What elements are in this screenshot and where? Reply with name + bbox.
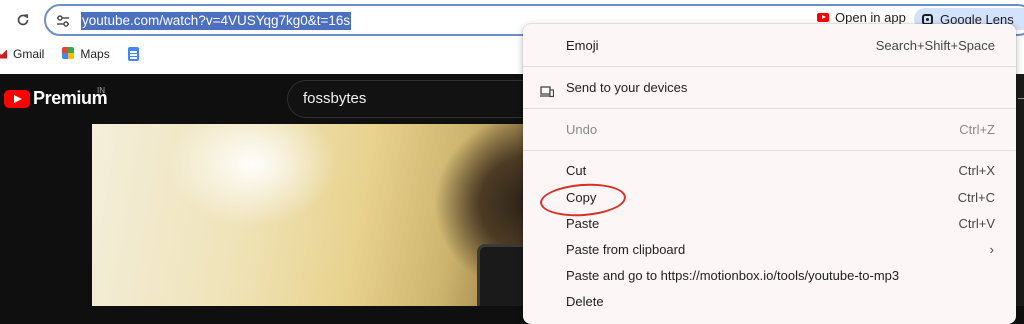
menu-item-label: Paste from clipboard <box>566 242 686 257</box>
maps-icon <box>62 47 75 61</box>
youtube-icon <box>817 12 829 22</box>
menu-item-send-to-devices[interactable]: Send to your devices <box>523 76 1016 100</box>
bookmark-label: Gmail <box>13 47 45 61</box>
url-text[interactable]: youtube.com/watch?v=4VUSYqg7kg0&t=16s <box>81 12 352 30</box>
youtube-search-input[interactable]: fossbytes <box>287 80 537 118</box>
menu-item-label: Paste and go to https://motionbox.io/too… <box>566 268 900 283</box>
open-in-app-label: Open in app <box>835 10 906 24</box>
google-lens-icon <box>922 13 933 25</box>
menu-item-label: Emoji <box>566 38 599 53</box>
menu-item-shortcut: Ctrl+X <box>958 163 995 178</box>
bookmarks-bar: Gmail Maps <box>0 42 520 66</box>
country-code: IN <box>97 86 105 95</box>
google-docs-icon <box>127 47 139 61</box>
menu-item-emoji[interactable]: Emoji Search+Shift+Space <box>523 34 1016 58</box>
bookmark-maps[interactable]: Maps <box>62 47 110 61</box>
menu-item-label: Undo <box>566 122 598 137</box>
send-to-devices-icon <box>540 82 555 98</box>
youtube-sidebar <box>0 124 92 306</box>
gmail-icon <box>0 50 7 59</box>
menu-item-label: Send to your devices <box>566 80 688 95</box>
menu-item-shortcut: Search+Shift+Space <box>875 38 995 53</box>
menu-item-shortcut: Ctrl+Z <box>959 122 995 137</box>
bookmark-label: Maps <box>80 47 110 61</box>
menu-divider <box>523 108 1016 109</box>
menu-divider <box>523 150 1016 151</box>
bookmark-docs[interactable] <box>127 47 139 61</box>
search-query: fossbytes <box>303 90 367 107</box>
menu-item-label: Delete <box>566 294 604 309</box>
video-player[interactable] <box>92 124 532 306</box>
menu-item-cut[interactable]: Cut Ctrl+X <box>523 159 1016 183</box>
reload-icon[interactable] <box>12 9 34 31</box>
menu-item-undo[interactable]: Undo Ctrl+Z <box>523 118 1016 142</box>
site-settings-icon[interactable] <box>54 12 72 30</box>
chevron-right-icon: › <box>989 242 994 257</box>
menu-item-shortcut: Ctrl+C <box>957 190 995 205</box>
youtube-logo-icon[interactable] <box>4 90 30 108</box>
open-in-app-button[interactable]: Open in app <box>817 10 917 24</box>
menu-item-delete[interactable]: Delete <box>523 290 1016 314</box>
menu-item-paste[interactable]: Paste Ctrl+V <box>523 212 1016 236</box>
menu-divider <box>523 66 1016 67</box>
menu-item-label: Cut <box>566 163 587 178</box>
menu-item-paste-from-clipboard[interactable]: Paste from clipboard › <box>523 238 1016 262</box>
page-edge <box>1016 74 1024 306</box>
context-menu: Emoji Search+Shift+Space Send to your de… <box>523 24 1016 324</box>
menu-item-shortcut: Ctrl+V <box>958 216 995 231</box>
bookmark-gmail[interactable]: Gmail <box>0 47 44 61</box>
menu-item-paste-and-go[interactable]: Paste and go to https://motionbox.io/too… <box>523 264 1016 288</box>
